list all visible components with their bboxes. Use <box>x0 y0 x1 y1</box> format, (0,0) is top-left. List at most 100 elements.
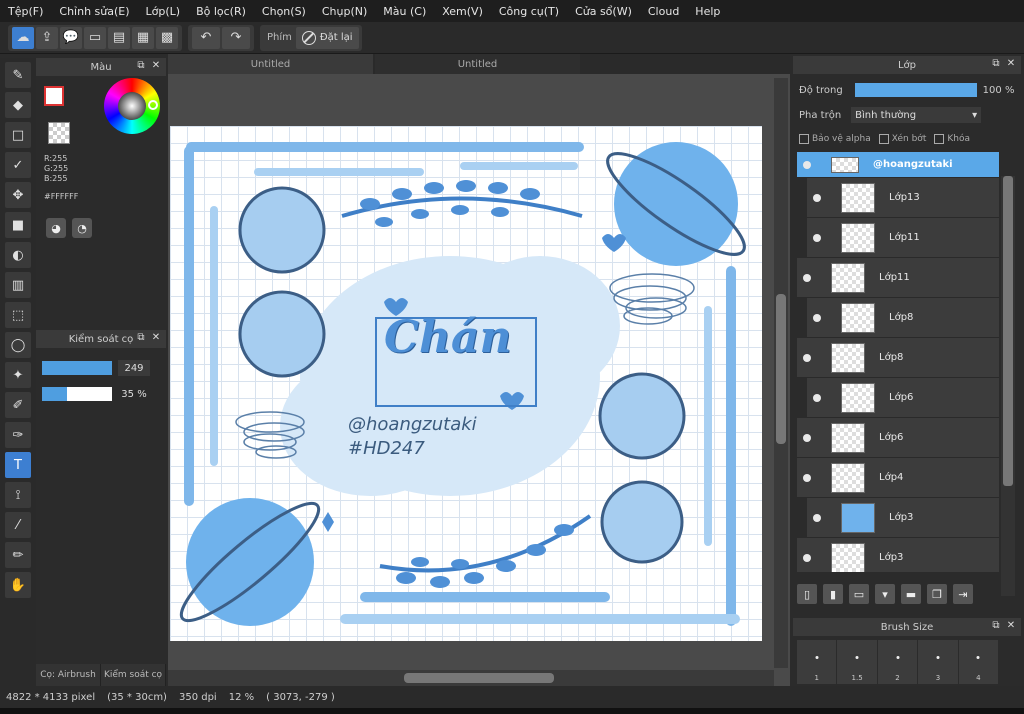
horizontal-scroll-thumb[interactable] <box>404 673 554 683</box>
undo-icon[interactable]: ↶ <box>192 26 220 49</box>
layer-row[interactable]: Lớp13 <box>807 178 999 218</box>
color-wheel-knob[interactable] <box>148 100 158 110</box>
doc-tab-1[interactable]: Untitled <box>168 54 373 74</box>
select-rect-tool-icon[interactable]: ⬚ <box>5 302 31 328</box>
menu-select[interactable]: Chọn(S) <box>262 5 306 18</box>
clip-checkbox[interactable] <box>878 134 889 144</box>
rect-tool-icon[interactable]: □ <box>5 122 31 148</box>
fill-rect-tool-icon[interactable]: ■ <box>5 212 31 238</box>
divider-tool-icon[interactable]: ⟟ <box>5 482 31 508</box>
menu-layer[interactable]: Lớp(L) <box>146 5 181 18</box>
eyedropper-tool-icon[interactable]: ⁄ <box>5 512 31 538</box>
merge-layer-icon[interactable]: ⇥ <box>953 584 973 604</box>
layer-row[interactable]: Lớp6 <box>797 418 999 458</box>
foreground-swatch[interactable] <box>44 86 64 106</box>
brush-size-value[interactable]: 249 <box>118 360 150 376</box>
brush-size-preset[interactable]: 1 <box>797 640 837 684</box>
layer-row[interactable]: Lớp8 <box>807 298 999 338</box>
tab-brush[interactable]: Cọ: Airbrush <box>36 664 101 686</box>
menu-view[interactable]: Xem(V) <box>442 5 483 18</box>
layer-list-scrollbar[interactable] <box>1001 176 1015 596</box>
menu-help[interactable]: Help <box>695 5 720 18</box>
eye-icon[interactable] <box>803 353 811 362</box>
select-eraser-tool-icon[interactable]: ✑ <box>5 422 31 448</box>
brush-size-preset[interactable]: 1.5 <box>837 640 877 684</box>
new-layer-1bit-icon[interactable]: ▭ <box>849 584 869 604</box>
check-tool-icon[interactable]: ✓ <box>5 152 31 178</box>
lasso-tool-icon[interactable]: ◯ <box>5 332 31 358</box>
eraser-tool-icon[interactable]: ◆ <box>5 92 31 118</box>
eye-icon[interactable] <box>803 273 811 282</box>
redo-icon[interactable]: ↷ <box>222 26 250 49</box>
grid-icon[interactable]: ▩ <box>156 26 178 49</box>
new-layer-8bit-icon[interactable]: ▮ <box>823 584 843 604</box>
eye-icon[interactable] <box>803 473 811 482</box>
comment-icon[interactable]: 💬 <box>60 26 82 49</box>
reset-button[interactable]: Đặt lại <box>295 26 359 49</box>
share-icon[interactable]: ⇪ <box>36 26 58 49</box>
eye-icon[interactable] <box>813 233 821 242</box>
new-layer-icon[interactable]: ▯ <box>797 584 817 604</box>
layer-row[interactable]: Lớp3 <box>807 498 999 538</box>
tab-brush-control[interactable]: Kiểm soát cọ <box>101 664 166 686</box>
menu-window[interactable]: Cửa sổ(W) <box>575 5 632 18</box>
pen-tool-icon[interactable]: ✏ <box>5 542 31 568</box>
layer-row[interactable]: @hoangzutaki <box>797 152 999 178</box>
bucket-tool-icon[interactable]: ◐ <box>5 242 31 268</box>
move-tool-icon[interactable]: ✥ <box>5 182 31 208</box>
select-pen-tool-icon[interactable]: ✐ <box>5 392 31 418</box>
canvas-vertical-scrollbar[interactable] <box>774 78 788 668</box>
text-tool-icon[interactable]: T <box>5 452 31 478</box>
drawing-canvas[interactable]: Chán @hoangzutaki #HD247 <box>170 126 762 641</box>
menu-cloud[interactable]: Cloud <box>648 5 679 18</box>
folder-icon[interactable]: ▬ <box>901 584 921 604</box>
close-icon[interactable]: ✕ <box>150 60 162 72</box>
monitor-icon[interactable]: ▭ <box>84 26 106 49</box>
vertical-scroll-thumb[interactable] <box>776 294 786 444</box>
menu-capture[interactable]: Chụp(N) <box>322 5 367 18</box>
doc-tab-2[interactable]: Untitled <box>375 54 580 74</box>
transparent-swatch[interactable] <box>48 122 70 144</box>
layer-row[interactable]: Lớp4 <box>797 458 999 498</box>
layer-row[interactable]: Lớp3 <box>797 538 999 572</box>
eye-icon[interactable] <box>813 313 821 322</box>
menu-file[interactable]: Tệp(F) <box>8 5 43 18</box>
eye-icon[interactable] <box>813 193 821 202</box>
eye-icon[interactable] <box>803 160 811 169</box>
popout-icon[interactable]: ⧉ <box>135 332 147 344</box>
canvas-horizontal-scrollbar[interactable] <box>168 670 774 686</box>
brush-size-preset[interactable]: 4 <box>958 640 999 684</box>
eye-icon[interactable] <box>803 433 811 442</box>
close-icon[interactable]: ✕ <box>150 332 162 344</box>
menu-tools[interactable]: Công cụ(T) <box>499 5 559 18</box>
page-icon[interactable]: ▦ <box>132 26 154 49</box>
brush-opacity-slider[interactable] <box>42 387 112 401</box>
brush-opacity-value[interactable]: 35 % <box>118 386 150 402</box>
lock-checkbox[interactable] <box>934 134 945 144</box>
hand-tool-icon[interactable]: ✋ <box>5 572 31 598</box>
color-add-icon[interactable]: ◔ <box>72 218 92 238</box>
close-icon[interactable]: ✕ <box>1005 620 1017 632</box>
eye-icon[interactable] <box>813 513 821 522</box>
brush-size-preset[interactable]: 3 <box>918 640 958 684</box>
protect-alpha-checkbox[interactable] <box>799 134 809 144</box>
layer-row[interactable]: Lớp6 <box>807 378 999 418</box>
brush-size-slider[interactable] <box>42 361 112 375</box>
gradient-tool-icon[interactable]: ▥ <box>5 272 31 298</box>
menu-edit[interactable]: Chỉnh sửa(E) <box>59 5 129 18</box>
layer-scroll-thumb[interactable] <box>1003 176 1013 486</box>
brush-size-preset[interactable]: 2 <box>877 640 918 684</box>
layer-row[interactable]: Lớp11 <box>797 258 999 298</box>
layer-opacity-slider[interactable] <box>854 83 977 97</box>
cloud-icon[interactable]: ☁ <box>12 26 34 49</box>
popout-icon[interactable]: ⧉ <box>990 58 1002 70</box>
menu-filter[interactable]: Bộ lọc(R) <box>196 5 246 18</box>
layer-row[interactable]: Lớp11 <box>807 218 999 258</box>
magic-wand-tool-icon[interactable]: ✦ <box>5 362 31 388</box>
menu-color[interactable]: Màu (C) <box>383 5 426 18</box>
close-icon[interactable]: ✕ <box>1005 58 1017 70</box>
popout-icon[interactable]: ⧉ <box>990 620 1002 632</box>
eye-icon[interactable] <box>813 393 821 402</box>
new-layer-menu-icon[interactable]: ▾ <box>875 584 895 604</box>
popout-icon[interactable]: ⧉ <box>135 60 147 72</box>
